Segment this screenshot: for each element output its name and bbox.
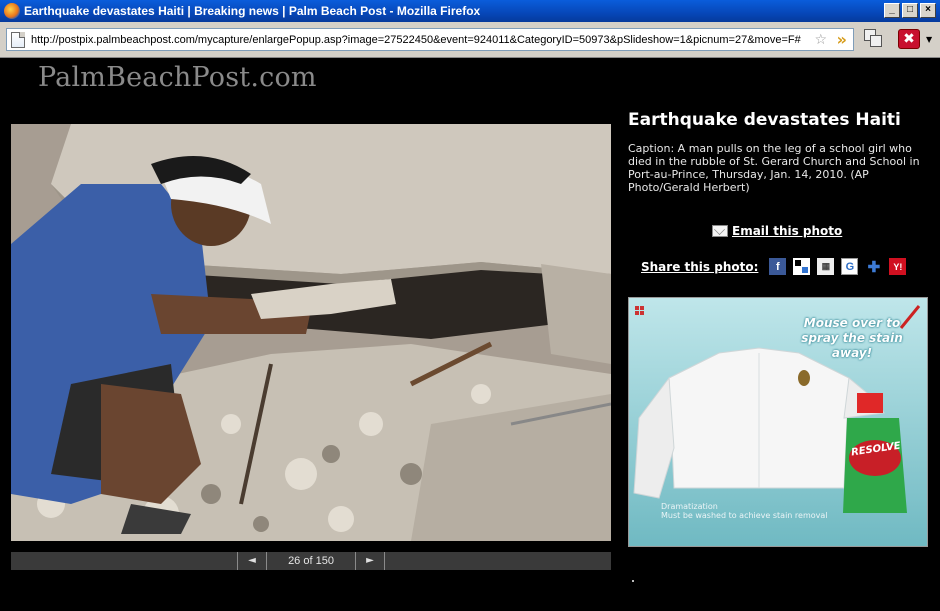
- google-icon[interactable]: G: [841, 258, 859, 275]
- email-photo-label[interactable]: Email this photo: [732, 224, 842, 238]
- prev-photo-button[interactable]: ◄: [238, 552, 266, 570]
- close-button[interactable]: ×: [920, 3, 936, 18]
- addon-icon[interactable]: ✖: [898, 29, 920, 49]
- diigo-icon[interactable]: ✚: [865, 258, 882, 276]
- photo-illustration: [11, 124, 611, 541]
- maximize-button[interactable]: □: [902, 3, 918, 18]
- main-photo: [11, 124, 611, 541]
- photo-counter: 26 of 150: [288, 555, 334, 567]
- tab-grid-icon[interactable]: [864, 29, 884, 49]
- yahoo-icon[interactable]: Y!: [889, 258, 907, 275]
- page-content: PalmBeachPost.com ◄ 26 of 150 ► Earthqua…: [0, 58, 940, 611]
- ad-fine-print: Dramatization Must be washed to achieve …: [661, 502, 828, 520]
- share-bar: Share this photo: f ▦ G ✚ Y!: [641, 258, 907, 276]
- share-label: Share this photo:: [641, 259, 759, 274]
- url-bar[interactable]: http://postpix.palmbeachpost.com/mycaptu…: [6, 28, 854, 51]
- delicious-icon[interactable]: [793, 258, 811, 275]
- url-text[interactable]: http://postpix.palmbeachpost.com/mycaptu…: [31, 34, 801, 46]
- envelope-icon: [712, 225, 728, 237]
- nav-divider: [384, 552, 385, 570]
- firefox-icon: [4, 3, 20, 19]
- email-photo-link[interactable]: Email this photo: [712, 224, 842, 238]
- navigation-toolbar: http://postpix.palmbeachpost.com/mycaptu…: [0, 22, 940, 58]
- window-title: Earthquake devastates Haiti | Breaking n…: [24, 4, 481, 18]
- site-logo[interactable]: PalmBeachPost.com: [38, 62, 317, 93]
- minimize-button[interactable]: _: [884, 3, 900, 18]
- next-photo-button[interactable]: ►: [356, 552, 384, 570]
- digg-icon[interactable]: ▦: [817, 258, 835, 275]
- page-dot: [632, 580, 634, 582]
- advertisement[interactable]: Mouse over to spray the stain away! RESO…: [628, 297, 928, 547]
- go-arrow-icon[interactable]: »: [837, 30, 847, 49]
- gallery-headline: Earthquake devastates Haiti: [628, 110, 901, 130]
- photo-sidebar: Earthquake devastates Haiti Caption: A m…: [628, 110, 928, 276]
- facebook-icon[interactable]: f: [769, 258, 787, 275]
- page-icon: [11, 31, 25, 48]
- bookmark-star-icon[interactable]: ☆: [814, 32, 827, 48]
- ad-headline: Mouse over to spray the stain away!: [801, 316, 903, 360]
- window-titlebar: Earthquake devastates Haiti | Breaking n…: [0, 0, 940, 22]
- photo-caption: Caption: A man pulls on the leg of a sch…: [628, 142, 920, 194]
- window-controls: _ □ ×: [884, 3, 936, 18]
- chevron-down-icon[interactable]: ▼: [926, 35, 932, 44]
- slideshow-navigation: ◄ 26 of 150 ►: [11, 552, 611, 570]
